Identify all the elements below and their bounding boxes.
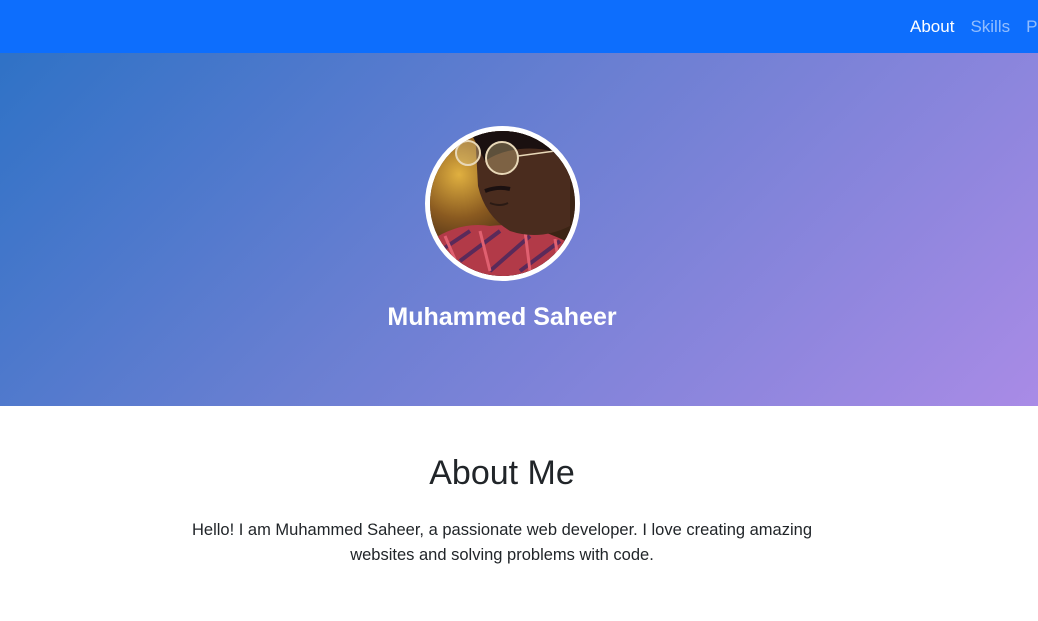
- about-section: About Me Hello! I am Muhammed Saheer, a …: [0, 406, 1038, 621]
- profile-avatar: [425, 126, 580, 281]
- navbar: About Skills Pr: [0, 0, 1038, 53]
- nav-link-projects[interactable]: Pr: [1026, 17, 1038, 37]
- hero-name: Muhammed Saheer: [387, 303, 617, 331]
- profile-photo: [430, 131, 575, 276]
- nav-links: About Skills Pr: [910, 0, 1038, 53]
- nav-link-skills[interactable]: Skills: [970, 17, 1010, 37]
- about-title: About Me: [429, 454, 575, 492]
- hero-section: Muhammed Saheer: [0, 53, 1038, 406]
- nav-link-about[interactable]: About: [910, 17, 954, 37]
- about-text: Hello! I am Muhammed Saheer, a passionat…: [191, 521, 812, 564]
